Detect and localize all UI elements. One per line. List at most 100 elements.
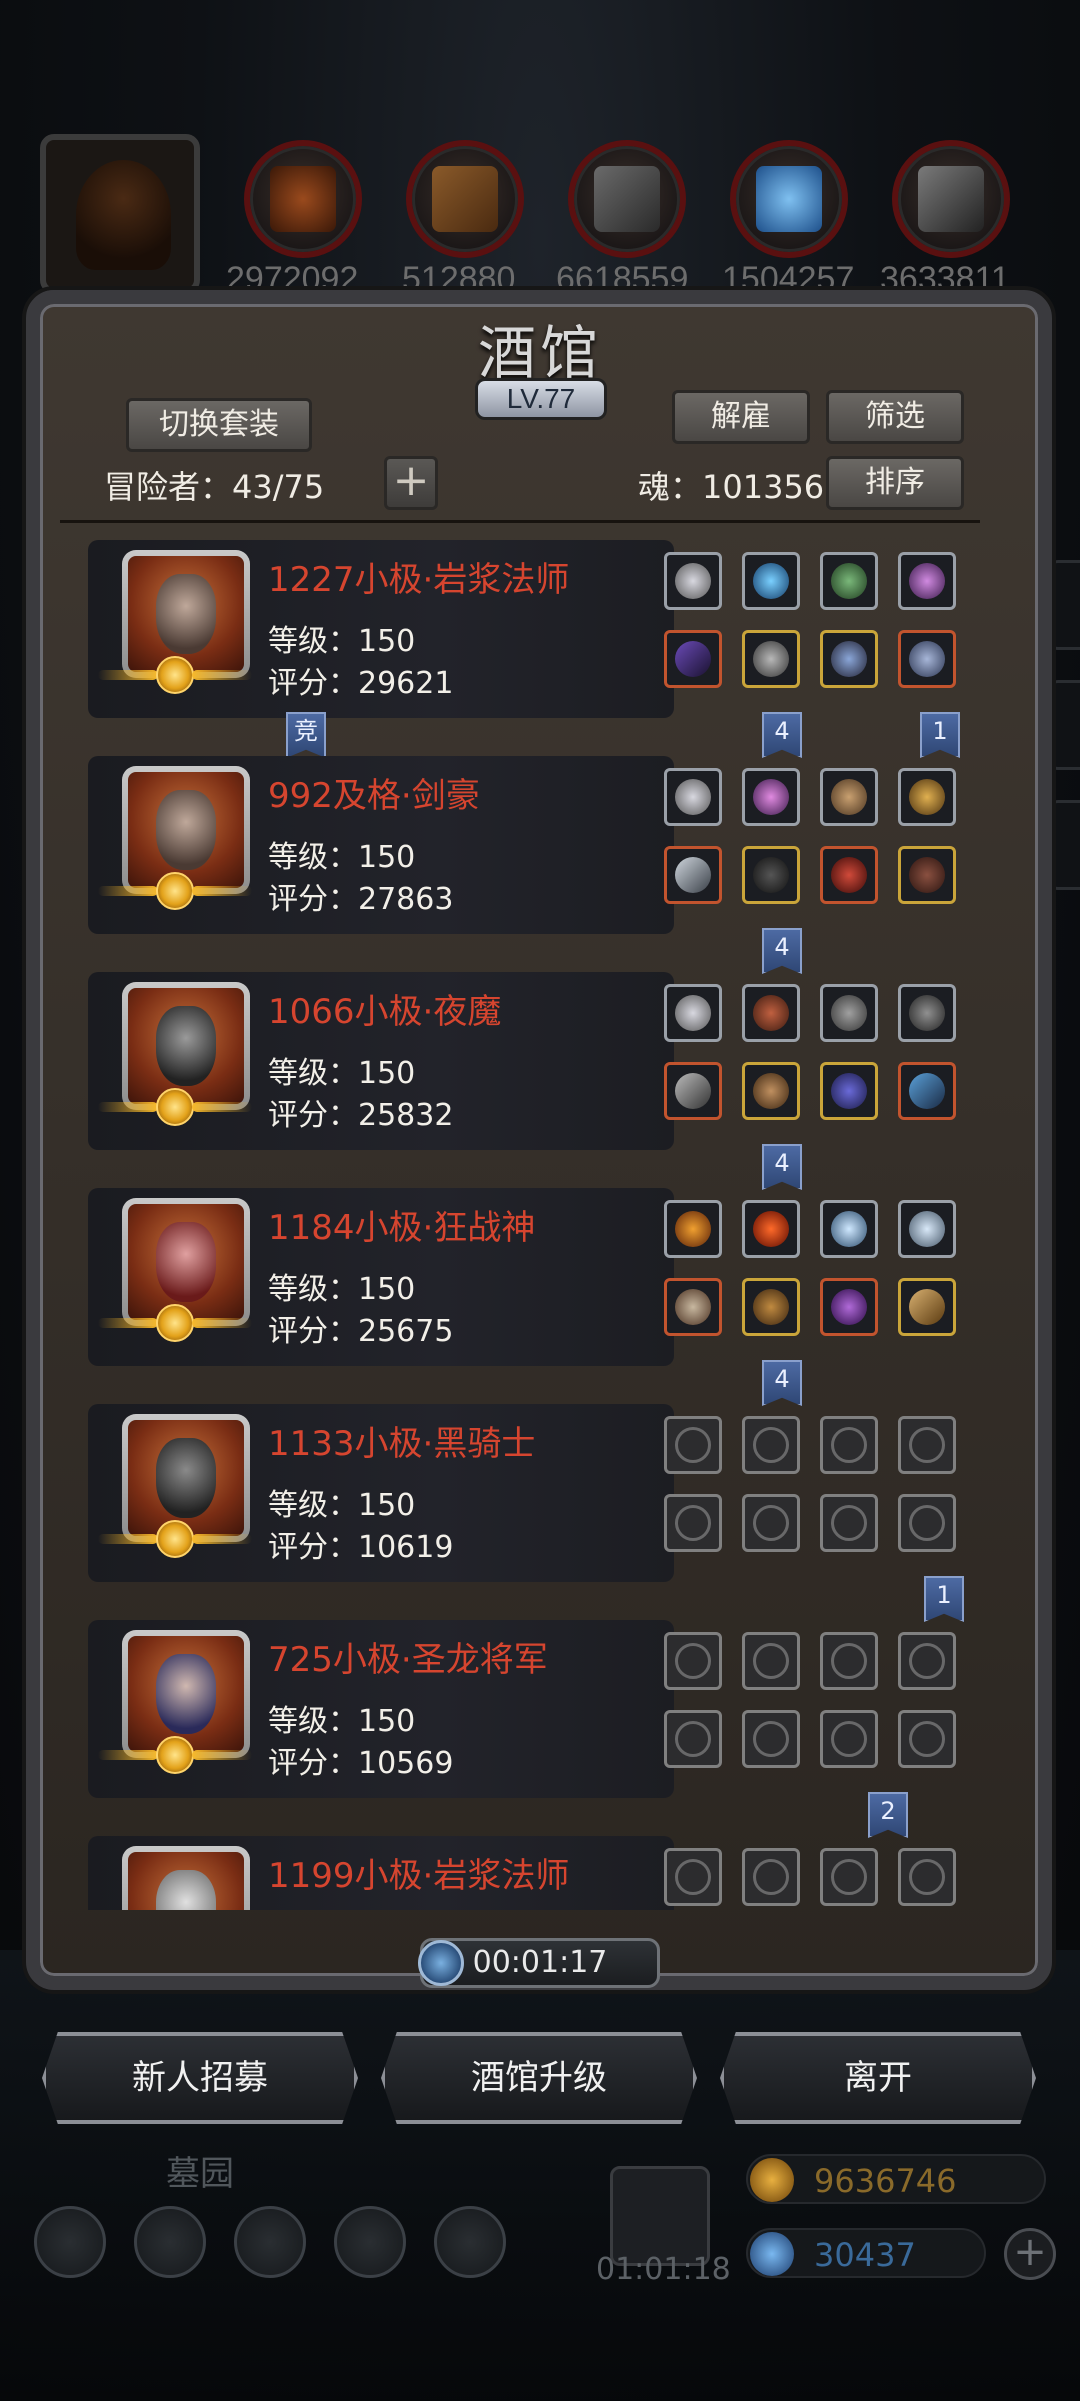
empty-weapon-slot-icon[interactable]: [664, 1494, 722, 1552]
empty-armor-slot-icon[interactable]: [742, 1494, 800, 1552]
add-slot-button[interactable]: +: [384, 456, 438, 510]
gift-box-icon[interactable]: [610, 2166, 710, 2266]
soul-count: 魂：101356: [638, 468, 825, 506]
sword-icon[interactable]: [664, 846, 722, 904]
dismiss-button[interactable]: 解雇: [672, 390, 810, 444]
iron-icon[interactable]: [892, 140, 1010, 258]
hero-list[interactable]: 1227小极·岩浆法师 等级：150 评分：29621 竞 4 1 992及格·…: [60, 540, 980, 1910]
recruit-button[interactable]: 新人招募: [42, 2032, 358, 2124]
stone-icon[interactable]: [568, 140, 686, 258]
title-plate: 酒馆 LV.77: [380, 296, 700, 426]
ice-egg-icon[interactable]: [820, 1200, 878, 1258]
arena-flag: 竞: [286, 712, 326, 758]
side-tab[interactable]: [1048, 680, 1080, 770]
leave-button[interactable]: 离开: [720, 2032, 1036, 2124]
demon-mask-icon[interactable]: [820, 846, 878, 904]
hero-card[interactable]: 1184小极·狂战神 等级：150 评分：25675: [88, 1188, 674, 1366]
gem-icon[interactable]: [820, 552, 878, 610]
empty-weapon-slot-icon[interactable]: [664, 1710, 722, 1768]
hero-avatar-slot[interactable]: [40, 134, 200, 294]
empty-armor-slot-icon[interactable]: [742, 1710, 800, 1768]
boots-icon[interactable]: [898, 846, 956, 904]
switch-outfit-button[interactable]: 切换套装: [126, 398, 312, 452]
hero-card[interactable]: 1199小极·岩浆法师: [88, 1836, 674, 1910]
empty-necklace-slot-icon[interactable]: [664, 1416, 722, 1474]
rank-emblem: [98, 1304, 252, 1342]
empty-hourglass-slot-icon[interactable]: [820, 1632, 878, 1690]
staff-icon[interactable]: [664, 630, 722, 688]
hooded-figure-icon: [76, 160, 171, 270]
empty-ring-slot-icon[interactable]: [820, 1494, 878, 1552]
armor-icon[interactable]: [742, 1062, 800, 1120]
idol-icon[interactable]: [820, 984, 878, 1042]
wood-icon[interactable]: [406, 140, 524, 258]
add-currency-button[interactable]: +: [1004, 2228, 1056, 2280]
pendant-icon[interactable]: [898, 984, 956, 1042]
armor-icon[interactable]: [742, 630, 800, 688]
gold-ore-icon[interactable]: [898, 768, 956, 826]
side-tab[interactable]: [1048, 800, 1080, 890]
ring-icon[interactable]: [820, 630, 878, 688]
gauntlet-icon[interactable]: [898, 630, 956, 688]
armor-icon[interactable]: [742, 1278, 800, 1336]
empty-flame-slot-icon[interactable]: [742, 1848, 800, 1906]
empty-flame-slot-icon[interactable]: [742, 1632, 800, 1690]
scythe-icon[interactable]: [664, 1062, 722, 1120]
header-divider: [60, 520, 980, 523]
sort-button[interactable]: 排序: [826, 456, 964, 510]
necklace-icon[interactable]: [664, 552, 722, 610]
hero-score: 评分：25675: [268, 1314, 454, 1349]
crystal-gem-icon[interactable]: [898, 552, 956, 610]
hero-card[interactable]: 992及格·剑豪 等级：150 评分：27863: [88, 756, 674, 934]
empty-hourglass-slot-icon[interactable]: [898, 1848, 956, 1906]
empty-flame-slot-icon[interactable]: [742, 1416, 800, 1474]
gold-coin-icon: [750, 2158, 794, 2202]
settings-icon[interactable]: [34, 2206, 106, 2278]
hero-level: 等级：150: [268, 1488, 416, 1523]
resource-bar: 2972092 512880 6618559 1504257 3633811: [30, 128, 1060, 298]
crystal-icon[interactable]: [730, 140, 848, 258]
bracer-icon[interactable]: [820, 1062, 878, 1120]
hero-card[interactable]: 1066小极·夜魔 等级：150 评分：25832: [88, 972, 674, 1150]
empty-hourglass-slot-icon[interactable]: [898, 1632, 956, 1690]
hero-score: 评分：29621: [268, 666, 454, 701]
hero-name: 1199小极·岩浆法师: [268, 1856, 570, 1896]
necklace-icon[interactable]: [664, 984, 722, 1042]
fire-orb-icon[interactable]: [742, 1200, 800, 1258]
dagger-icon[interactable]: [898, 1062, 956, 1120]
empty-ring-slot-icon[interactable]: [820, 1710, 878, 1768]
fire-ring-icon[interactable]: [664, 1200, 722, 1258]
map-icon[interactable]: [434, 2206, 506, 2278]
crystal-gem-icon[interactable]: [742, 768, 800, 826]
orb-icon[interactable]: [742, 552, 800, 610]
clock-icon: [418, 1940, 464, 1986]
chest-icon[interactable]: [244, 140, 362, 258]
empty-ring-slot-icon[interactable]: [898, 1494, 956, 1552]
feather-icon[interactable]: [898, 1200, 956, 1258]
star-icon[interactable]: [134, 2206, 206, 2278]
bowl-icon[interactable]: [820, 768, 878, 826]
scroll-icon[interactable]: [898, 1278, 956, 1336]
hero-card[interactable]: 1133小极·黑骑士 等级：150 评分：10619: [88, 1404, 674, 1582]
hero-card[interactable]: 1227小极·岩浆法师 等级：150 评分：29621: [88, 540, 674, 718]
gate-icon[interactable]: [234, 2206, 306, 2278]
hero-card[interactable]: 725小极·圣龙将军 等级：150 评分：10569: [88, 1620, 674, 1798]
mail-icon[interactable]: [334, 2206, 406, 2278]
armor-icon[interactable]: [742, 846, 800, 904]
axe-icon[interactable]: [664, 1278, 722, 1336]
empty-necklace-slot-icon[interactable]: [664, 1632, 722, 1690]
amulet-icon[interactable]: [820, 1278, 878, 1336]
ore-icon[interactable]: [742, 984, 800, 1042]
tavern-upgrade-button[interactable]: 酒馆升级: [381, 2032, 697, 2124]
side-tab[interactable]: [1048, 560, 1080, 650]
necklace-icon[interactable]: [664, 768, 722, 826]
empty-hourglass-slot-icon[interactable]: [820, 1416, 878, 1474]
hero-level: 等级：150: [268, 1056, 416, 1091]
empty-hourglass-slot-icon[interactable]: [820, 1848, 878, 1906]
empty-necklace-slot-icon[interactable]: [664, 1848, 722, 1906]
empty-hourglass-slot-icon[interactable]: [898, 1416, 956, 1474]
gem-value: 30437: [814, 2236, 916, 2274]
filter-button[interactable]: 筛选: [826, 390, 964, 444]
hero-level: 等级：150: [268, 1272, 416, 1307]
empty-ring-slot-icon[interactable]: [898, 1710, 956, 1768]
